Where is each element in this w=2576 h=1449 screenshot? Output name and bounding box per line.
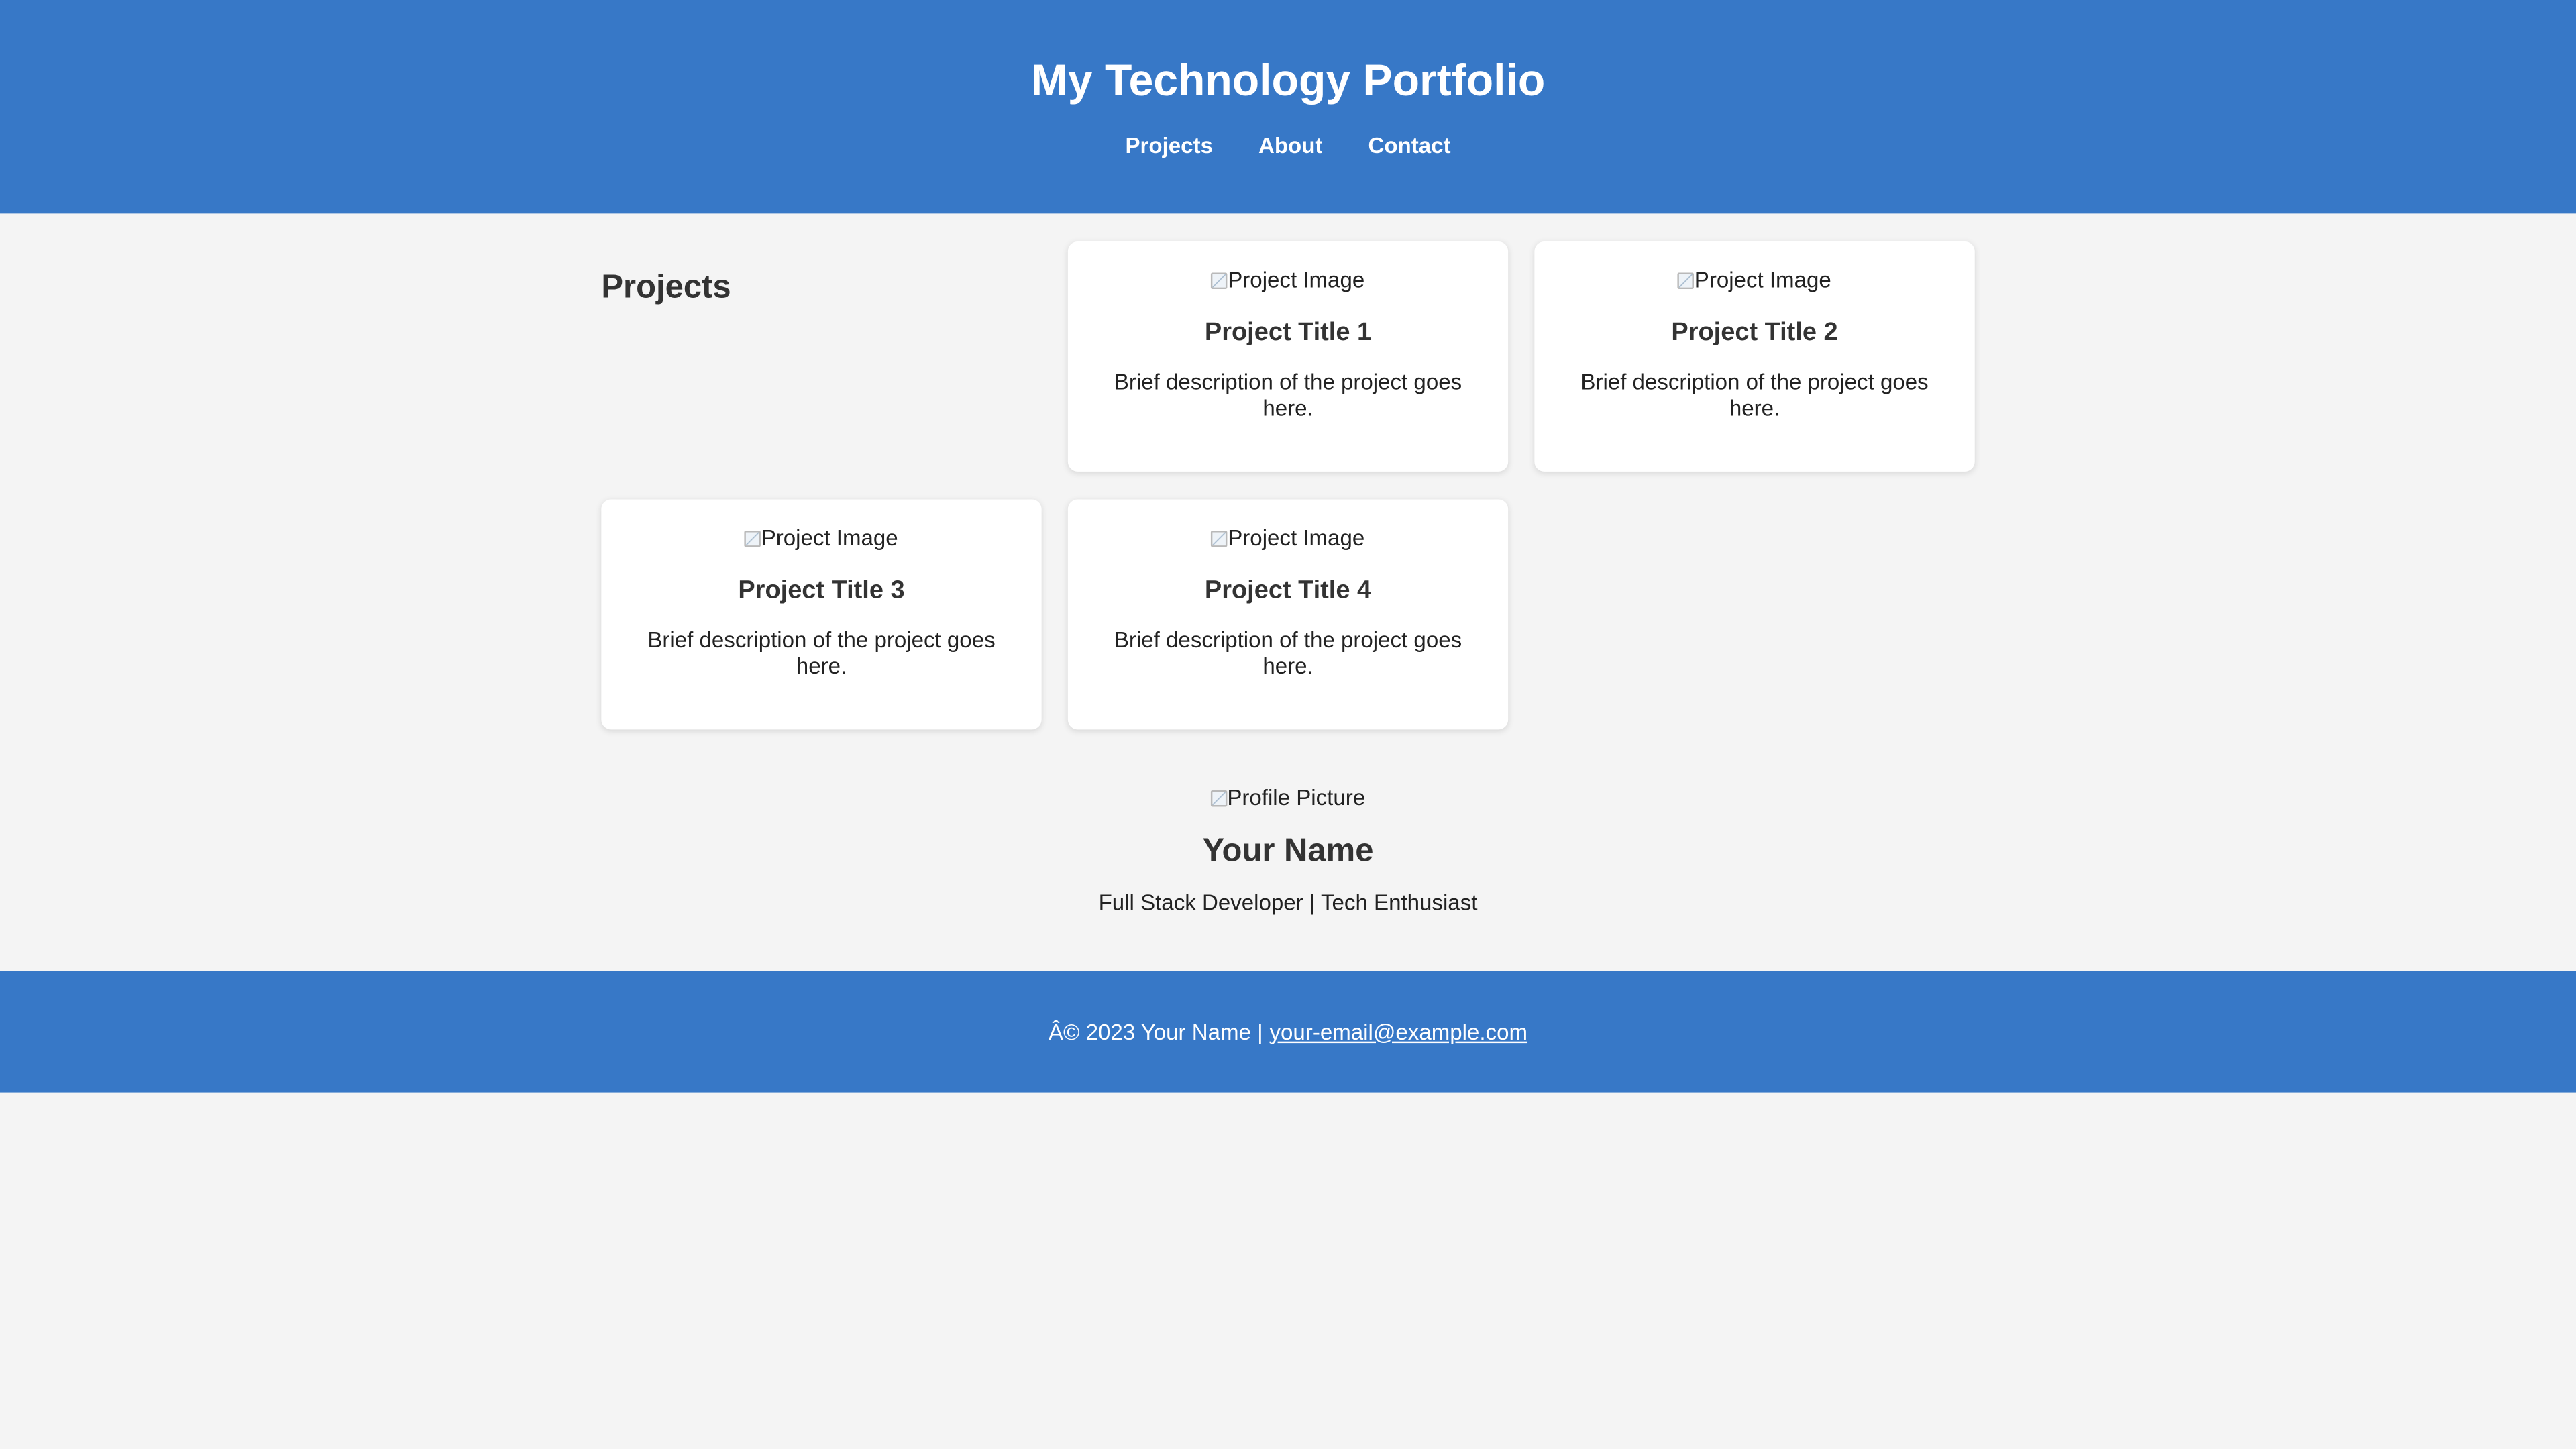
footer-copyright: Â© 2023 Your Name | — [1048, 1019, 1263, 1044]
nav-link-about[interactable]: About — [1258, 133, 1322, 158]
project-card-2[interactable]: Project Image Project Title 2 Brief desc… — [1534, 241, 1975, 472]
footer-email-link[interactable]: your-email@example.com — [1270, 1020, 1528, 1044]
site-title: My Technology Portfolio — [1030, 56, 1546, 105]
project-description: Brief description of the project goes he… — [1114, 370, 1462, 421]
broken-image-icon — [1210, 790, 1228, 807]
project-image-alt-text: Project Image — [1228, 525, 1365, 551]
project-title: Project Title 3 — [738, 576, 905, 605]
broken-image-icon — [1211, 531, 1228, 547]
nav-link-projects[interactable]: Projects — [1125, 133, 1212, 158]
project-image-alt-text: Project Image — [761, 525, 898, 551]
profile-name: Your Name — [1202, 833, 1374, 869]
profile-tagline: Full Stack Developer | Tech Enthusiast — [1098, 890, 1478, 916]
project-title: Project Title 4 — [1204, 576, 1372, 605]
project-description: Brief description of the project goes he… — [1114, 627, 1462, 679]
broken-image-icon — [745, 531, 761, 547]
project-image: Project Image — [1678, 266, 1831, 296]
project-image: Project Image — [1211, 524, 1365, 553]
project-image-alt-text: Project Image — [1694, 268, 1831, 292]
profile-picture: Profile Picture — [1210, 784, 1366, 813]
project-card-1[interactable]: Project Image Project Title 1 Brief desc… — [1067, 241, 1509, 472]
site-footer: Â© 2023 Your Name | your-email@example.c… — [0, 971, 2576, 1093]
broken-image-icon — [1678, 272, 1695, 290]
project-description: Brief description of the project goes he… — [647, 627, 996, 679]
project-title: Project Title 2 — [1671, 319, 1838, 347]
projects-heading: Projects — [601, 269, 731, 306]
project-title: Project Title 1 — [1204, 319, 1372, 347]
project-image-alt-text: Project Image — [1228, 268, 1365, 292]
site-header: My Technology Portfolio Projects About C… — [0, 0, 2576, 214]
main-nav: Projects About Contact — [0, 133, 2576, 158]
nav-link-contact[interactable]: Contact — [1368, 133, 1450, 158]
page: My Technology Portfolio Projects About C… — [0, 0, 2576, 1093]
projects-section: Projects Project Image Project Title 1 B… — [601, 241, 1975, 730]
project-description: Brief description of the project goes he… — [1580, 370, 1929, 421]
profile-picture-alt-text: Profile Picture — [1227, 785, 1366, 810]
project-image: Project Image — [745, 524, 898, 553]
project-card-3[interactable]: Project Image Project Title 3 Brief desc… — [601, 499, 1042, 730]
project-image: Project Image — [1211, 266, 1365, 296]
profile-section: Profile Picture Your Name Full Stack Dev… — [601, 729, 1974, 971]
main-content: Projects Project Image Project Title 1 B… — [601, 213, 1975, 971]
broken-image-icon — [1211, 272, 1228, 290]
project-card-4[interactable]: Project Image Project Title 4 Brief desc… — [1067, 499, 1509, 730]
